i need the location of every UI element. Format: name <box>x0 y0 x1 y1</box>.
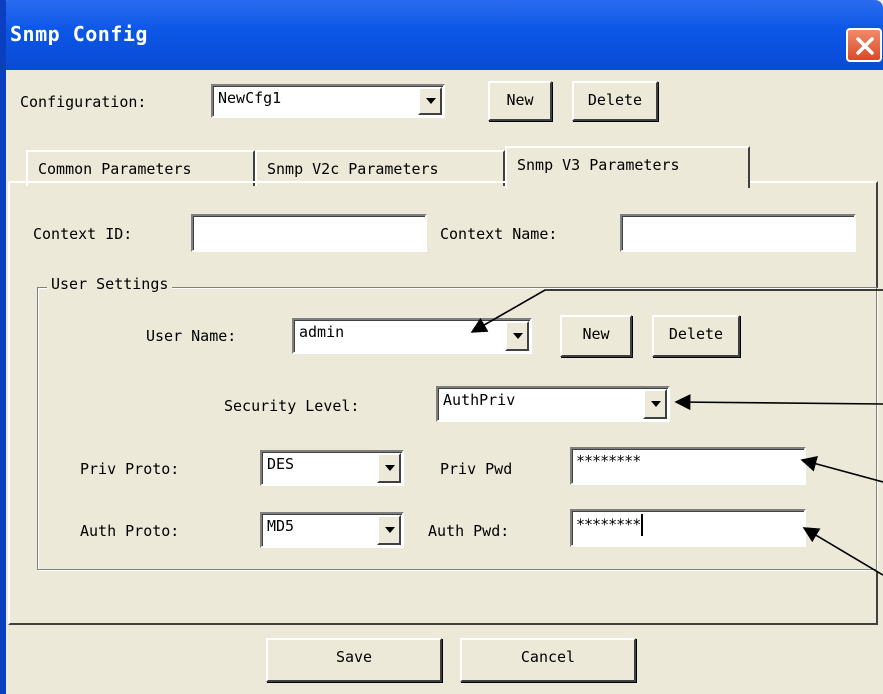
close-icon <box>856 37 874 55</box>
security-level-dropdown-button[interactable] <box>643 389 667 419</box>
cancel-label: Cancel <box>520 648 576 666</box>
title-bar[interactable]: Snmp Config <box>0 0 883 70</box>
config-new-label: New <box>506 91 534 109</box>
user-delete-button[interactable]: Delete <box>652 315 740 357</box>
auth-pwd-label: Auth Pwd: <box>428 522 510 540</box>
chevron-down-icon <box>426 98 436 104</box>
auth-pwd-value: ******** <box>576 514 644 536</box>
user-settings-title: User Settings <box>47 275 173 293</box>
window-left-border <box>0 0 6 694</box>
tab-common-parameters-label: Common Parameters <box>38 160 192 178</box>
priv-pwd-label: Priv Pwd <box>440 460 513 478</box>
auth-proto-select[interactable]: MD5 <box>260 512 404 548</box>
context-id-input[interactable] <box>191 214 427 252</box>
user-name-label: User Name: <box>146 327 237 345</box>
tab-snmp-v2c-parameters-label: Snmp V2c Parameters <box>267 160 439 178</box>
security-level-value: AuthPriv <box>443 391 516 409</box>
context-name-label: Context Name: <box>440 225 558 243</box>
priv-proto-select[interactable]: DES <box>260 450 404 486</box>
save-button[interactable]: Save <box>266 638 442 682</box>
context-name-input[interactable] <box>620 214 856 252</box>
config-delete-label: Delete <box>587 91 643 109</box>
user-name-select[interactable]: admin <box>292 318 532 354</box>
priv-pwd-value: ******** <box>576 452 641 470</box>
user-name-dropdown-button[interactable] <box>505 321 529 351</box>
user-delete-label: Delete <box>668 325 724 343</box>
auth-proto-value: MD5 <box>267 517 295 535</box>
chevron-down-icon <box>513 333 523 339</box>
save-label: Save <box>335 648 373 666</box>
priv-proto-label: Priv Proto: <box>80 460 180 478</box>
tab-snmp-v3-parameters-label: Snmp V3 Parameters <box>517 156 680 174</box>
tab-snmp-v3-parameters[interactable]: Snmp V3 Parameters <box>505 146 750 188</box>
priv-proto-dropdown-button[interactable] <box>377 453 401 483</box>
context-id-label: Context ID: <box>33 225 133 243</box>
user-new-label: New <box>582 325 610 343</box>
auth-pwd-text: ******** <box>576 515 641 534</box>
cancel-button[interactable]: Cancel <box>460 638 636 682</box>
security-level-select[interactable]: AuthPriv <box>436 386 670 422</box>
snmp-config-dialog: Snmp Config Configuration: NewCfg1 New D… <box>0 0 883 694</box>
priv-proto-value: DES <box>267 455 295 473</box>
user-name-value: admin <box>299 323 345 341</box>
config-delete-button[interactable]: Delete <box>572 81 658 121</box>
configuration-select[interactable]: NewCfg1 <box>211 84 445 118</box>
priv-pwd-input[interactable]: ******** <box>570 447 806 485</box>
close-button[interactable] <box>846 28 882 62</box>
window-title: Snmp Config <box>10 22 148 46</box>
chevron-down-icon <box>651 401 661 407</box>
configuration-label: Configuration: <box>20 93 147 111</box>
user-new-button[interactable]: New <box>560 315 632 357</box>
config-new-button[interactable]: New <box>488 81 552 121</box>
auth-pwd-input[interactable]: ******** <box>570 509 806 547</box>
security-level-label: Security Level: <box>224 397 360 415</box>
chevron-down-icon <box>385 465 395 471</box>
chevron-down-icon <box>385 527 395 533</box>
auth-proto-dropdown-button[interactable] <box>377 515 401 545</box>
configuration-dropdown-button[interactable] <box>418 87 442 115</box>
auth-proto-label: Auth Proto: <box>80 522 180 540</box>
configuration-value: NewCfg1 <box>218 89 282 107</box>
text-cursor <box>641 514 644 536</box>
